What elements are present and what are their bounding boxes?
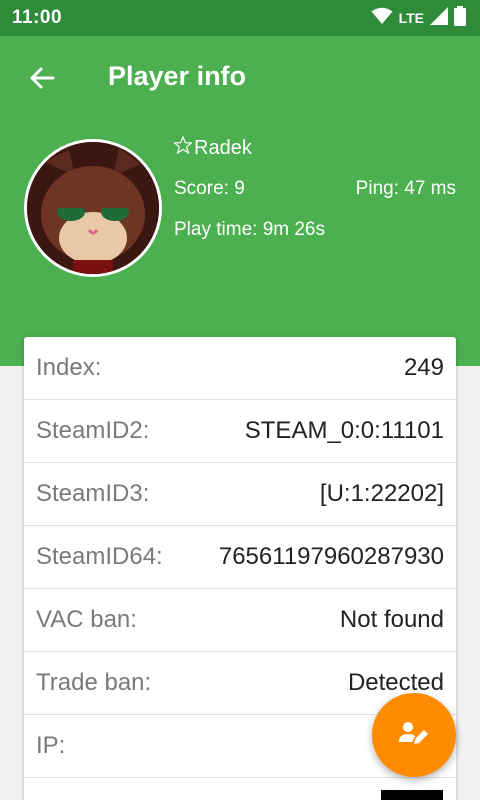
back-button[interactable] [22, 60, 62, 100]
detail-row-steamid2: SteamID2: STEAM_0:0:11101 [24, 400, 456, 463]
detail-label: Trade ban: [36, 669, 152, 696]
detail-row-steamid3: SteamID3: [U:1:22202] [24, 463, 456, 526]
detail-label: SteamID64: [36, 543, 163, 570]
signal-icon [430, 6, 448, 30]
edit-player-button[interactable] [372, 693, 456, 777]
player-name-row: Radek [172, 135, 252, 160]
status-time: 11:00 [12, 7, 63, 28]
player-score: Score: 9 [174, 178, 245, 199]
detail-value: 249 [403, 354, 444, 381]
star-icon [172, 135, 194, 160]
detail-value: Detected [347, 669, 444, 696]
detail-value: [U:1:22202] [319, 480, 444, 507]
detail-row-index: Index: 249 [24, 337, 456, 400]
page-title: Player info [108, 61, 247, 91]
detail-value: 76561197960287930 [218, 543, 444, 570]
partial-row-item [381, 790, 443, 800]
detail-row-vac-ban: VAC ban: Not found [24, 589, 456, 652]
detail-value: STEAM_0:0:11101 [244, 417, 444, 444]
arrow-left-icon [29, 66, 55, 95]
status-bar: 11:00 LTE [0, 0, 480, 36]
battery-icon [454, 5, 466, 31]
header: Player info Radek Score: 9 Ping: 47 ms P… [0, 36, 480, 366]
detail-row-steamid64: SteamID64: 76561197960287930 [24, 526, 456, 589]
player-name: Radek [194, 136, 252, 159]
network-type: LTE [398, 10, 424, 26]
avatar [24, 139, 162, 277]
cartoon-cat-avatar [27, 142, 159, 274]
detail-label: IP: [36, 732, 66, 759]
detail-label: SteamID3: [36, 480, 150, 507]
detail-label: SteamID2: [36, 417, 150, 444]
detail-value: Not found [339, 606, 444, 633]
player-ping: Ping: 47 ms [355, 178, 456, 199]
wifi-icon [371, 7, 393, 30]
detail-label: VAC ban: [36, 606, 137, 633]
status-icons: LTE [371, 5, 466, 31]
detail-label: Index: [36, 354, 102, 381]
edit-person-icon [399, 720, 429, 751]
player-play-time: Play time: 9m 26s [174, 219, 325, 240]
